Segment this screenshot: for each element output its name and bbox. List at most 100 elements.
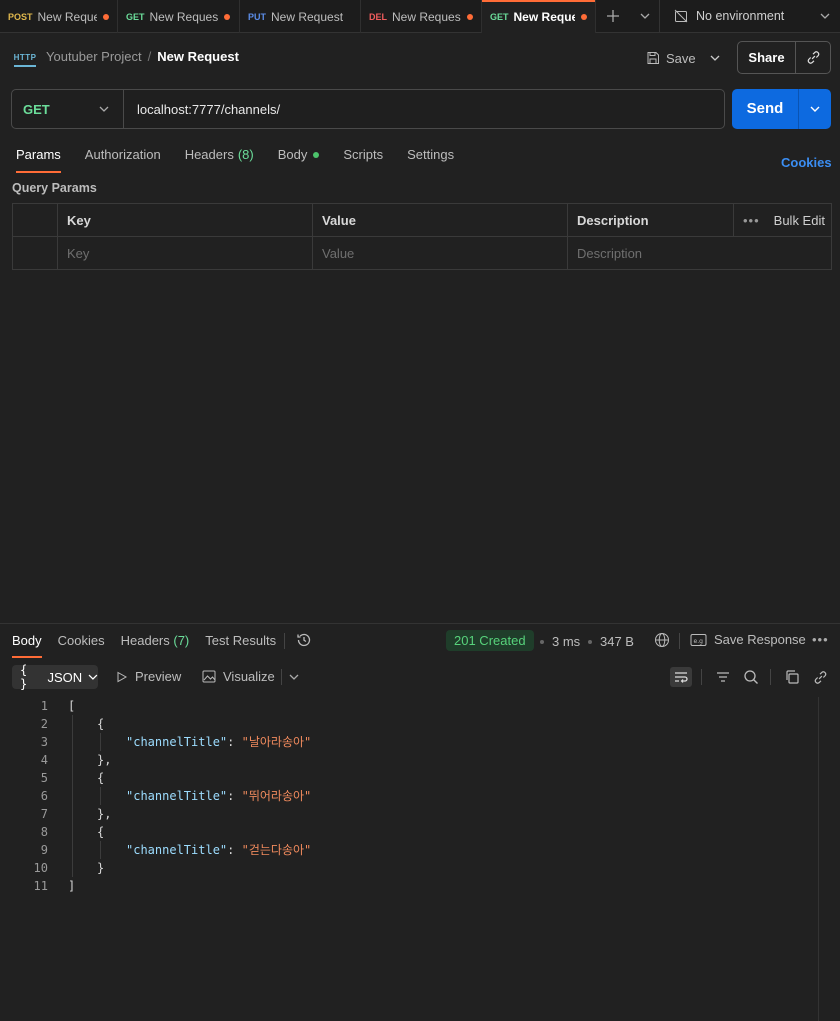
line-number: 2 bbox=[40, 717, 48, 731]
divider bbox=[701, 669, 702, 685]
method-value: GET bbox=[23, 101, 50, 117]
more-options-icon[interactable]: ••• bbox=[812, 632, 829, 647]
save-response-button[interactable]: e.g Save Response bbox=[690, 632, 806, 647]
environment-selector[interactable]: No environment bbox=[660, 0, 840, 32]
divider bbox=[679, 633, 680, 649]
copy-link-button[interactable] bbox=[796, 50, 830, 65]
copy-link-button[interactable] bbox=[809, 667, 831, 687]
wrap-lines-icon bbox=[675, 672, 688, 683]
breadcrumb-separator: / bbox=[147, 49, 152, 64]
divider bbox=[281, 669, 282, 685]
tab-label: Cookies bbox=[57, 633, 105, 648]
tab-get-new-request[interactable]: GET New Reques bbox=[118, 0, 240, 33]
url-bar: GET bbox=[11, 89, 725, 129]
unsaved-dot bbox=[103, 13, 109, 20]
chevron-down-icon[interactable] bbox=[710, 55, 720, 61]
link-icon bbox=[814, 670, 826, 684]
body-indicator-dot bbox=[313, 152, 320, 158]
tab-post-new-request[interactable]: POST New Reque: bbox=[0, 0, 118, 33]
tab-response-cookies[interactable]: Cookies bbox=[58, 632, 105, 658]
breadcrumb-project[interactable]: Youtuber Project bbox=[46, 49, 142, 64]
tab-scripts[interactable]: Scripts bbox=[343, 143, 383, 173]
cookies-link[interactable]: Cookies bbox=[781, 155, 832, 170]
environment-label: No environment bbox=[696, 9, 785, 23]
filter-button[interactable] bbox=[712, 667, 734, 687]
key-input[interactable]: Key bbox=[57, 236, 313, 270]
tab-authorization[interactable]: Authorization bbox=[85, 143, 161, 173]
share-button[interactable]: Share bbox=[737, 41, 831, 74]
code-line: 11] bbox=[0, 877, 818, 895]
value-input[interactable]: Value bbox=[312, 236, 568, 270]
indent-guide bbox=[72, 715, 73, 877]
tab-label: Params bbox=[16, 147, 61, 162]
tab-get-new-request-active[interactable]: GET New Reques bbox=[482, 0, 596, 33]
code-text: } bbox=[97, 861, 105, 875]
tab-put-new-request[interactable]: PUT New Request bbox=[240, 0, 361, 33]
code-line: 3 "channelTitle": "날아라송아" bbox=[0, 733, 818, 751]
headers-count: (7) bbox=[173, 633, 190, 648]
checkbox-column-header bbox=[12, 203, 58, 237]
value-column-header: Value bbox=[312, 203, 568, 237]
search-icon bbox=[744, 670, 758, 684]
editor-scrollbar[interactable] bbox=[818, 697, 819, 1021]
tab-headers[interactable]: Headers (8) bbox=[185, 143, 254, 173]
preview-button[interactable]: Preview bbox=[116, 669, 181, 684]
network-info-button[interactable] bbox=[654, 632, 670, 651]
breadcrumb-request-name[interactable]: New Request bbox=[157, 49, 239, 64]
search-button[interactable] bbox=[740, 667, 762, 687]
more-options-icon[interactable]: ••• bbox=[743, 213, 760, 228]
line-number: 1 bbox=[40, 699, 48, 713]
response-format-select[interactable]: { } JSON bbox=[12, 663, 98, 691]
save-button[interactable]: Save bbox=[646, 46, 720, 70]
tab-response-headers[interactable]: Headers (7) bbox=[121, 632, 190, 658]
chevron-down-icon bbox=[810, 106, 820, 112]
new-tab-button[interactable] bbox=[596, 0, 630, 32]
line-number: 11 bbox=[33, 879, 48, 893]
bulk-edit-button[interactable]: ••• Bulk Edit bbox=[743, 213, 831, 228]
format-value: JSON bbox=[47, 669, 83, 685]
globe-icon bbox=[655, 633, 669, 647]
share-label: Share bbox=[738, 42, 796, 73]
send-button[interactable]: Send bbox=[732, 89, 831, 129]
plus-icon bbox=[607, 10, 619, 22]
copy-button[interactable] bbox=[781, 667, 803, 687]
unsaved-dot bbox=[581, 13, 587, 20]
link-icon bbox=[807, 51, 819, 64]
method-select[interactable]: GET bbox=[12, 90, 124, 128]
code-text: }, bbox=[97, 807, 112, 821]
code-text: { bbox=[97, 771, 105, 785]
request-header: HTTP Youtuber Project / New Request Save S… bbox=[0, 33, 840, 83]
response-tabs: Body Cookies Headers (7) Test Results bbox=[12, 632, 292, 658]
response-size[interactable]: 347 B bbox=[600, 634, 634, 649]
key-column-header: Key bbox=[57, 203, 313, 237]
tab-response-body[interactable]: Body bbox=[12, 632, 42, 658]
tab-settings[interactable]: Settings bbox=[407, 143, 454, 173]
send-options-button[interactable] bbox=[799, 106, 831, 112]
tab-method: DEL bbox=[369, 11, 387, 22]
tab-test-results[interactable]: Test Results bbox=[205, 632, 276, 658]
tab-label: Authorization bbox=[84, 147, 161, 162]
line-number: 5 bbox=[40, 771, 48, 785]
tab-params[interactable]: Params bbox=[16, 143, 61, 173]
response-history-button[interactable] bbox=[296, 632, 312, 651]
line-number: 10 bbox=[33, 861, 48, 875]
pane-divider[interactable] bbox=[0, 623, 840, 624]
url-input[interactable] bbox=[124, 90, 724, 128]
wrap-lines-button[interactable] bbox=[670, 667, 692, 687]
response-body-editor[interactable]: 1[ 2{ 3 "channelTitle": "날아라송아" 4}, 5{ 6 "… bbox=[0, 697, 818, 895]
tab-list-dropdown[interactable] bbox=[630, 0, 660, 32]
tab-method: POST bbox=[8, 11, 33, 22]
visualize-options-dropdown[interactable] bbox=[283, 667, 305, 687]
visualize-button[interactable]: Visualize bbox=[202, 669, 275, 684]
tab-body[interactable]: Body bbox=[278, 143, 320, 173]
tab-label: Test Results bbox=[205, 633, 277, 648]
description-input[interactable]: Description bbox=[567, 236, 832, 270]
tab-label: New Reques bbox=[149, 9, 219, 24]
play-icon bbox=[117, 671, 128, 682]
request-tab-bar: POST New Reque: GET New Reques PUT New R… bbox=[0, 0, 840, 33]
tab-delete-new-request[interactable]: DEL New Reques bbox=[361, 0, 482, 33]
response-time[interactable]: 3 ms bbox=[552, 634, 580, 649]
copy-icon bbox=[786, 670, 799, 684]
status-badge[interactable]: 201 Created bbox=[446, 630, 534, 651]
line-number: 4 bbox=[40, 753, 48, 767]
